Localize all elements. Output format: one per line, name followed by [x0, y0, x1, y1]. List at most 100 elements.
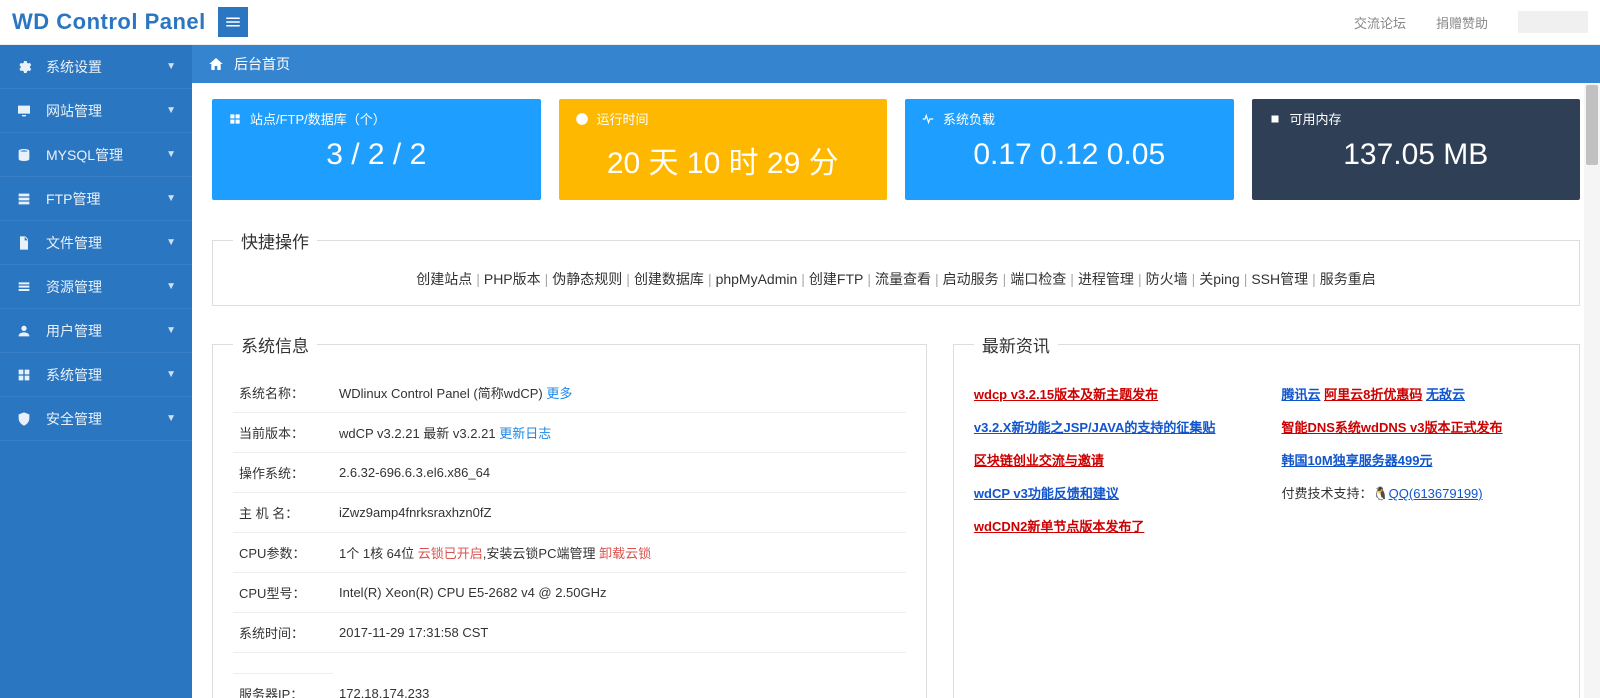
more-link[interactable]: 更多 — [546, 386, 572, 401]
gear-icon — [16, 59, 32, 75]
news-right-col: 腾讯云 阿里云8折优惠码 无敌云智能DNS系统wdDNS v3版本正式发布韩国1… — [1281, 377, 1559, 542]
chip-icon — [1268, 112, 1282, 126]
quick-link[interactable]: 进程管理 — [1078, 271, 1134, 287]
monitor-icon — [16, 103, 32, 119]
quick-legend: 快捷操作 — [233, 228, 317, 253]
news-link[interactable]: 腾讯云 — [1281, 387, 1320, 402]
news-link[interactable]: 阿里云8折优惠码 — [1324, 387, 1422, 402]
sysinfo-table: 系统名称：WDlinux Control Panel (简称wdCP) 更多 当… — [233, 373, 906, 698]
quick-link[interactable]: 端口检查 — [1010, 271, 1066, 287]
chevron-down-icon: ▼ — [166, 325, 176, 336]
main-area: 后台首页 站点/FTP/数据库（个） 3 / 2 / 2 运行时间 20 天 1… — [192, 45, 1600, 698]
news-link[interactable]: wdCP v3功能反馈和建议 — [974, 476, 1252, 509]
sysinfo-legend: 系统信息 — [233, 332, 317, 357]
sidebar-label: 系统设置 — [46, 57, 166, 77]
sidebar-label: 资源管理 — [46, 277, 166, 297]
donate-link[interactable]: 捐赠赞助 — [1436, 13, 1488, 32]
card-value: 3 / 2 / 2 — [228, 138, 525, 172]
quick-link[interactable]: 启动服务 — [943, 271, 999, 287]
chevron-down-icon: ▼ — [166, 149, 176, 160]
content: 站点/FTP/数据库（个） 3 / 2 / 2 运行时间 20 天 10 时 2… — [192, 83, 1600, 698]
top-bar: WD Control Panel 交流论坛 捐赠赞助 — [0, 0, 1600, 45]
chevron-down-icon: ▼ — [166, 237, 176, 248]
forum-link[interactable]: 交流论坛 — [1354, 13, 1406, 32]
pulse-icon — [921, 112, 935, 126]
grid-icon — [16, 367, 32, 383]
card-uptime: 运行时间 20 天 10 时 29 分 — [559, 99, 888, 200]
scrollbar-thumb[interactable] — [1586, 85, 1598, 165]
qq-link[interactable]: QQ(613679199) — [1389, 486, 1483, 501]
card-load: 系统负载 0.17 0.12 0.05 — [905, 99, 1234, 200]
sidebar-label: 系统管理 — [46, 365, 166, 385]
sidebar: 系统设置 ▼ 网站管理 ▼ MYSQL管理 ▼ FTP管理 ▼ 文件管理 ▼ 资… — [0, 45, 192, 698]
sidebar-label: 用户管理 — [46, 321, 166, 341]
sidebar-label: FTP管理 — [46, 189, 166, 209]
clock-icon — [575, 112, 589, 126]
quick-link[interactable]: 伪静态规则 — [552, 271, 622, 287]
news-left-col: wdcp v3.2.15版本及新主题发布v3.2.X新功能之JSP/JAVA的支… — [974, 377, 1252, 542]
sidebar-item-ftp[interactable]: FTP管理 ▼ — [0, 177, 192, 221]
database-icon — [16, 147, 32, 163]
user-block[interactable] — [1518, 11, 1588, 33]
list-icon — [16, 279, 32, 295]
chevron-down-icon: ▼ — [166, 369, 176, 380]
chevron-down-icon: ▼ — [166, 281, 176, 292]
sidebar-label: 网站管理 — [46, 101, 166, 121]
scrollbar[interactable] — [1584, 83, 1600, 698]
ftp-icon — [16, 191, 32, 207]
news-panel: 最新资讯 wdcp v3.2.15版本及新主题发布v3.2.X新功能之JSP/J… — [953, 332, 1580, 698]
sidebar-label: MYSQL管理 — [46, 145, 166, 165]
quick-link[interactable]: 创建FTP — [809, 271, 863, 287]
logo: WD Control Panel — [12, 9, 206, 35]
stat-cards: 站点/FTP/数据库（个） 3 / 2 / 2 运行时间 20 天 10 时 2… — [212, 99, 1580, 200]
sidebar-item-site-manage[interactable]: 网站管理 ▼ — [0, 89, 192, 133]
news-link[interactable]: 区块链创业交流与邀请 — [974, 443, 1252, 476]
sidebar-item-file[interactable]: 文件管理 ▼ — [0, 221, 192, 265]
news-link[interactable]: wdCDN2新单节点版本发布了 — [974, 509, 1252, 542]
support-line: 付费技术支持：🐧QQ(613679199) — [1281, 476, 1559, 509]
sidebar-label: 文件管理 — [46, 233, 166, 253]
breadcrumb-title: 后台首页 — [234, 54, 290, 74]
quick-link[interactable]: 防火墙 — [1146, 271, 1188, 287]
chevron-down-icon: ▼ — [166, 193, 176, 204]
quick-link[interactable]: 服务重启 — [1320, 271, 1376, 287]
sidebar-item-resource[interactable]: 资源管理 ▼ — [0, 265, 192, 309]
news-link[interactable]: 韩国10M独享服务器499元 — [1281, 443, 1559, 476]
news-link[interactable]: wdcp v3.2.15版本及新主题发布 — [974, 377, 1252, 410]
sidebar-label: 安全管理 — [46, 409, 166, 429]
quick-link[interactable]: 流量查看 — [875, 271, 931, 287]
home-icon — [208, 56, 224, 72]
hamburger-icon — [224, 13, 242, 31]
chevron-down-icon: ▼ — [166, 61, 176, 72]
quick-actions-panel: 快捷操作 创建站点|PHP版本|伪静态规则|创建数据库|phpMyAdmin|创… — [212, 228, 1580, 306]
file-icon — [16, 235, 32, 251]
chevron-down-icon: ▼ — [166, 413, 176, 424]
menu-toggle-button[interactable] — [218, 7, 248, 37]
shield-icon — [16, 411, 32, 427]
sidebar-item-system-settings[interactable]: 系统设置 ▼ — [0, 45, 192, 89]
sidebar-item-user[interactable]: 用户管理 ▼ — [0, 309, 192, 353]
sidebar-item-system-manage[interactable]: 系统管理 ▼ — [0, 353, 192, 397]
news-link[interactable]: 无敌云 — [1426, 387, 1465, 402]
quick-link[interactable]: 关ping — [1199, 271, 1239, 287]
quick-link[interactable]: PHP版本 — [484, 271, 541, 287]
quick-link[interactable]: phpMyAdmin — [716, 271, 798, 287]
card-memory: 可用内存 137.05 MB — [1252, 99, 1581, 200]
news-link[interactable]: 智能DNS系统wdDNS v3版本正式发布 — [1281, 410, 1559, 443]
system-info-panel: 系统信息 系统名称：WDlinux Control Panel (简称wdCP)… — [212, 332, 927, 698]
quick-link[interactable]: 创建站点 — [416, 271, 472, 287]
sidebar-item-mysql[interactable]: MYSQL管理 ▼ — [0, 133, 192, 177]
user-icon — [16, 323, 32, 339]
card-value: 20 天 10 时 29 分 — [575, 138, 872, 182]
chevron-down-icon: ▼ — [166, 105, 176, 116]
card-value: 0.17 0.12 0.05 — [921, 138, 1218, 172]
quick-link[interactable]: 创建数据库 — [634, 271, 704, 287]
news-legend: 最新资讯 — [974, 332, 1058, 357]
changelog-link[interactable]: 更新日志 — [499, 426, 551, 441]
news-link[interactable]: v3.2.X新功能之JSP/JAVA的支持的征集贴 — [974, 410, 1252, 443]
uninstall-yunsuo-link[interactable]: 卸载云锁 — [599, 546, 651, 561]
top-right-nav: 交流论坛 捐赠赞助 — [1354, 11, 1588, 33]
apps-icon — [228, 112, 242, 126]
quick-link[interactable]: SSH管理 — [1251, 271, 1308, 287]
sidebar-item-security[interactable]: 安全管理 ▼ — [0, 397, 192, 441]
